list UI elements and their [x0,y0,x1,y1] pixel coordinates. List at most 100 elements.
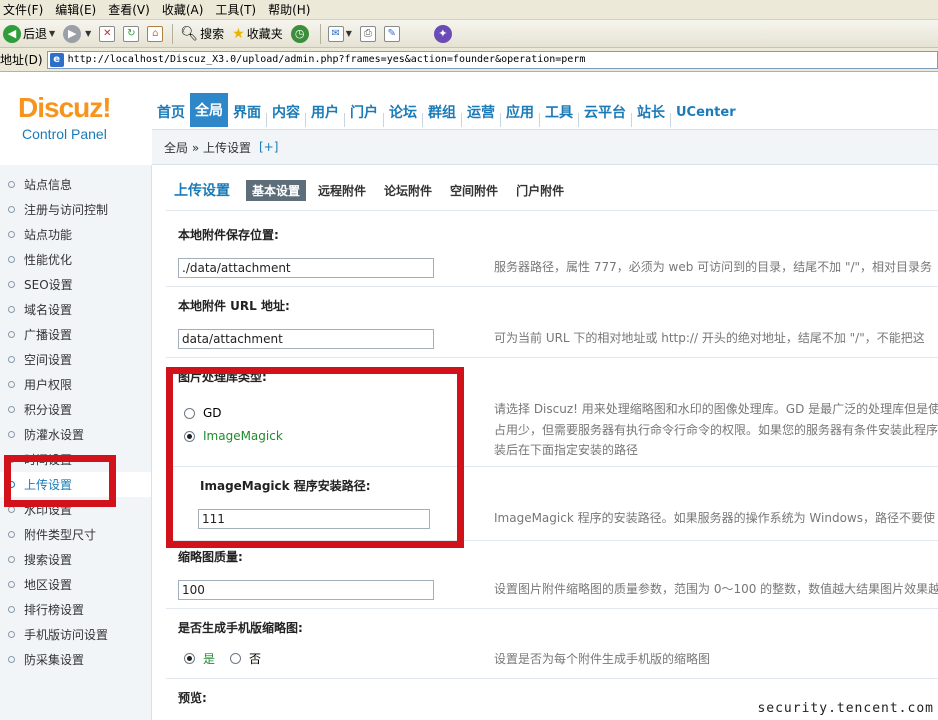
radio-mobile-no-label: 否 [249,652,262,666]
nav-content[interactable]: 内容 [267,97,305,127]
nav-webmaster[interactable]: 站长 [632,97,670,127]
search-button[interactable]: 🔍︎ 搜索 [177,23,227,45]
nav-global[interactable]: 全局 [190,93,228,127]
radio-mobile-no[interactable]: 否 [230,650,261,667]
forward-button[interactable]: ▶ ▼ [60,23,94,45]
imagick-path-hint: ImageMagick 程序的安装路径。如果服务器的操作系统为 Windows，… [494,511,935,525]
print-icon: ⎙ [359,25,376,42]
refresh-button[interactable]: ↻ [120,23,142,45]
back-label: 后退 [23,27,48,41]
nav-ucenter[interactable]: UCenter [671,97,741,127]
attach-url-input[interactable] [178,329,434,349]
bullet-icon [8,556,15,563]
menu-view[interactable]: 查看(V) [105,1,159,18]
sidebar-item-search[interactable]: 搜索设置 [0,547,151,572]
sidebar-item-site-info[interactable]: 站点信息 [0,172,151,197]
radio-selected-icon [184,653,195,664]
sidebar-item-register-access[interactable]: 注册与访问控制 [0,197,151,222]
nav-group[interactable]: 群组 [423,97,461,127]
nav-tools[interactable]: 工具 [540,97,578,127]
url-input[interactable] [67,54,928,65]
sidebar-item-domain[interactable]: 域名设置 [0,297,151,322]
favorites-button[interactable]: ★ 收藏夹 [229,23,286,45]
tab-space-attach[interactable]: 空间附件 [444,180,504,201]
mobile-thumb-label: 是否生成手机版缩略图: [178,621,303,635]
bullet-icon [8,431,15,438]
dropdown-arrow-icon: ▼ [85,29,92,38]
menu-edit[interactable]: 编辑(E) [52,1,105,18]
radio-mobile-yes[interactable]: 是 [184,650,215,667]
nav-portal[interactable]: 门户 [345,97,383,127]
radio-icon [230,653,241,664]
add-shortcut-button[interactable]: [+] [259,140,278,154]
home-button[interactable]: ⌂ [144,23,166,45]
divider [166,608,938,609]
bullet-icon [8,631,15,638]
logo-sub: Control Panel [22,126,107,142]
sidebar-item-label: 空间设置 [24,353,73,367]
bullet-icon [8,581,15,588]
sidebar-item-label: 防灌水设置 [24,428,85,442]
nav-operation[interactable]: 运营 [462,97,500,127]
thumb-quality-input[interactable] [178,580,434,600]
tab-portal-attach[interactable]: 门户附件 [510,180,570,201]
mail-button[interactable]: ✉ ▼ [325,23,355,45]
page-title: 上传设置 [174,183,230,199]
attach-dir-label: 本地附件保存位置: [178,228,279,242]
refresh-icon: ↻ [123,25,140,42]
sidebar-item-anti-flood[interactable]: 防灌水设置 [0,422,151,447]
bullet-icon [8,281,15,288]
tab-basic[interactable]: 基本设置 [246,179,307,201]
forward-arrow-icon: ▶ [63,24,82,43]
history-button[interactable]: ◷ [288,23,314,45]
sidebar-item-attach-types[interactable]: 附件类型尺寸 [0,522,151,547]
sidebar-item-space[interactable]: 空间设置 [0,347,151,372]
nav-forum[interactable]: 论坛 [384,97,422,127]
bullet-icon [8,231,15,238]
sidebar-item-credits[interactable]: 积分设置 [0,397,151,422]
sidebar-item-mobile[interactable]: 手机版访问设置 [0,622,151,647]
radio-mobile-yes-label: 是 [203,652,216,666]
nav-home[interactable]: 首页 [152,97,190,127]
home-icon: ⌂ [147,25,164,42]
nav-cloud[interactable]: 云平台 [579,97,631,127]
back-button[interactable]: ◀ 后退 ▼ [0,23,58,45]
sidebar-item-label: 手机版访问设置 [24,628,109,642]
bullet-icon [8,256,15,263]
sidebar-item-site-features[interactable]: 站点功能 [0,222,151,247]
menu-tools[interactable]: 工具(T) [212,1,265,18]
edit-button[interactable]: ✎ [381,23,403,45]
print-button[interactable]: ⎙ [357,23,379,45]
bullet-icon [8,656,15,663]
menu-help[interactable]: 帮助(H) [265,1,319,18]
divider [166,210,938,211]
sidebar-item-permissions[interactable]: 用户权限 [0,372,151,397]
discuz-logo[interactable]: Discuz! Control Panel [0,72,152,150]
nav-interface[interactable]: 界面 [228,97,266,127]
image-lib-hint-line3: 装后在下面指定安装的路径 [494,443,639,457]
tab-forum-attach[interactable]: 论坛附件 [378,180,438,201]
attach-dir-input[interactable] [178,258,434,278]
sidebar-item-broadcast[interactable]: 广播设置 [0,322,151,347]
preview-label: 预览: [178,691,207,705]
menu-file[interactable]: 文件(F) [0,1,52,18]
sidebar-item-anti-scrape[interactable]: 防采集设置 [0,647,151,672]
tab-remote-attach[interactable]: 远程附件 [312,180,372,201]
sidebar-item-label: 附件类型尺寸 [24,528,97,542]
bullet-icon [8,356,15,363]
address-label: 地址(D) [0,53,43,67]
sidebar-item-region[interactable]: 地区设置 [0,572,151,597]
stop-button[interactable]: ✕ [96,23,118,45]
toolbar-separator [319,23,321,44]
sidebar-item-seo[interactable]: SEO设置 [0,272,151,297]
messenger-button[interactable]: ✦ [431,23,457,45]
sidebar-item-ranking[interactable]: 排行榜设置 [0,597,151,622]
menu-favorites[interactable]: 收藏(A) [159,1,213,18]
bullet-icon [8,531,15,538]
image-lib-hint-line1: 请选择 Discuz! 用来处理缩略图和水印的图像处理库。GD 是最广泛的处理库… [494,402,938,416]
nav-user[interactable]: 用户 [306,97,344,127]
bullet-icon [8,606,15,613]
sidebar-item-label: 域名设置 [24,303,73,317]
sidebar-item-performance[interactable]: 性能优化 [0,247,151,272]
nav-apps[interactable]: 应用 [501,97,539,127]
